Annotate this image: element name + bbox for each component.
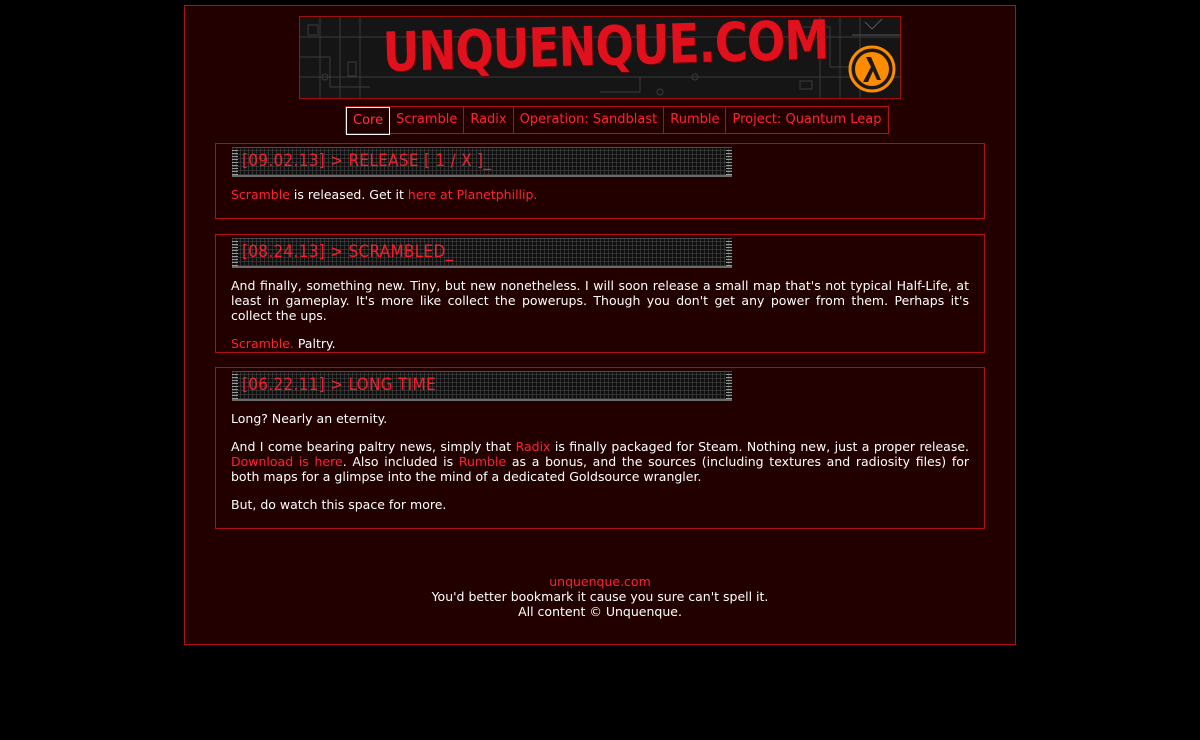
post-paragraph: And finally, something new. Tiny, but ne… [231, 278, 969, 323]
nav-item-scramble[interactable]: Scramble [390, 107, 465, 133]
post-header: [09.02.13] > RELEASE [ 1 / X ]_ [232, 147, 732, 177]
page-container: UNQUENQUE.COM Core Scramble Radix Operat… [184, 5, 1016, 645]
scramble-link[interactable]: Scramble [231, 187, 290, 202]
half-life-lambda-icon [848, 45, 896, 93]
nav-item-radix[interactable]: Radix [464, 107, 514, 133]
post-body: Scramble is released. Get it here at Pla… [231, 187, 969, 215]
post-text: And I come bearing paltry news, simply t… [231, 439, 516, 454]
page-footer: unquenque.com You'd better bookmark it c… [185, 574, 1015, 619]
post-text: Paltry. [293, 336, 336, 351]
nav-item-core[interactable]: Core [346, 107, 391, 135]
news-post: [06.22.11] > LONG TIME Long? Nearly an e… [215, 367, 985, 529]
radix-link[interactable]: Radix [516, 439, 551, 454]
post-text: . Also included is [342, 454, 459, 469]
post-text: is released. Get it [289, 187, 408, 202]
footer-copyright: All content © Unquenque. [518, 604, 682, 619]
post-title: [09.02.13] > RELEASE [ 1 / X ]_ [242, 151, 492, 171]
post-title: [06.22.11] > LONG TIME [242, 375, 436, 395]
rumble-link[interactable]: Rumble [459, 454, 506, 469]
nav-item-operation-sandblast[interactable]: Operation: Sandblast [514, 107, 665, 133]
nav-item-rumble[interactable]: Rumble [664, 107, 727, 133]
download-link[interactable]: Download is here [231, 454, 343, 469]
post-header: [06.22.11] > LONG TIME [232, 371, 732, 401]
post-paragraph: But, do watch this space for more. [231, 497, 447, 512]
nav-item-project-quantum-leap[interactable]: Project: Quantum Leap [726, 107, 887, 133]
post-body: And finally, something new. Tiny, but ne… [231, 278, 969, 364]
site-home-link[interactable]: unquenque.com [549, 574, 651, 589]
scramble-link[interactable]: Scramble. [231, 336, 294, 351]
post-title: [08.24.13] > SCRAMBLED_ [242, 242, 454, 262]
post-text: is finally packaged for Steam. Nothing n… [550, 439, 970, 454]
post-paragraph: Long? Nearly an eternity. [231, 411, 388, 426]
news-post: [09.02.13] > RELEASE [ 1 / X ]_ Scramble… [215, 143, 985, 219]
main-nav: Core Scramble Radix Operation: Sandblast… [345, 106, 889, 135]
post-body: Long? Nearly an eternity. And I come bea… [231, 411, 969, 525]
news-post: [08.24.13] > SCRAMBLED_ And finally, som… [215, 234, 985, 353]
site-banner[interactable]: UNQUENQUE.COM [299, 16, 901, 99]
post-header: [08.24.13] > SCRAMBLED_ [232, 238, 732, 268]
footer-tagline: You'd better bookmark it cause you sure … [431, 589, 769, 604]
planetphillip-link[interactable]: here at Planetphillip. [408, 187, 538, 202]
